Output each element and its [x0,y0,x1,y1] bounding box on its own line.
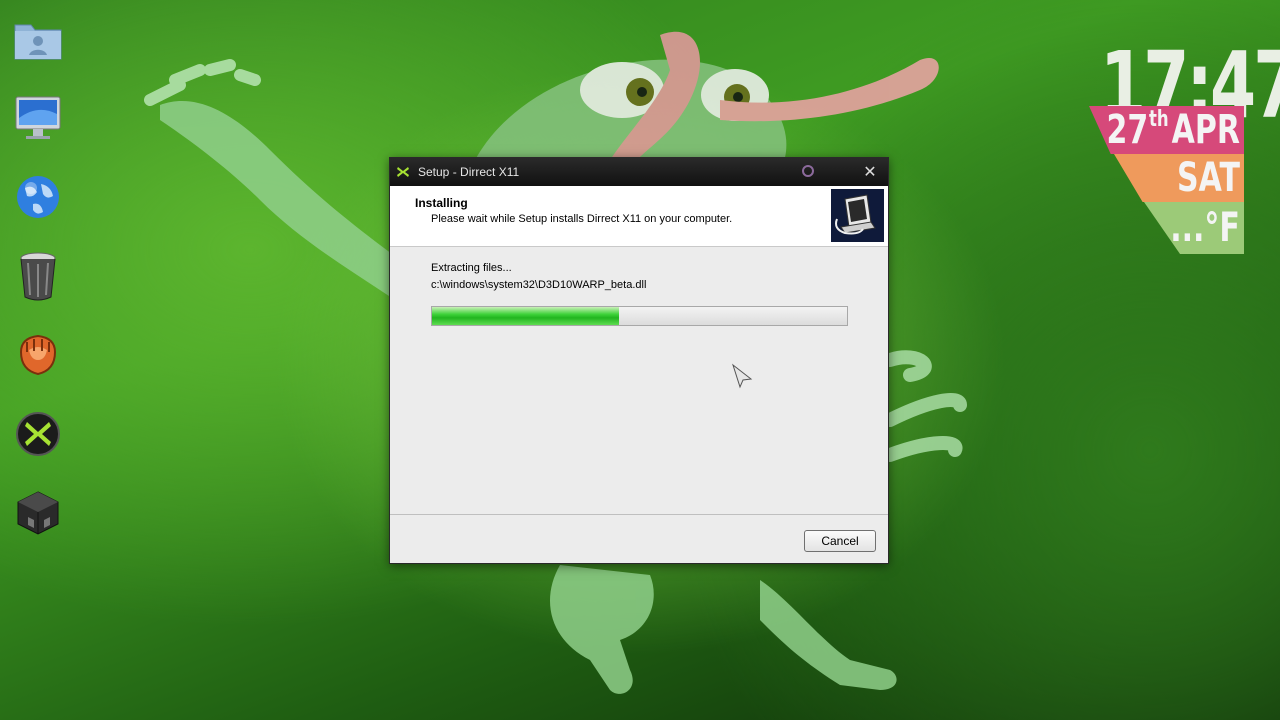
desktop-folder[interactable] [10,4,66,74]
current-file-path: c:\windows\system32\D3D10WARP_beta.dll [431,279,647,291]
day-number: 27 [1106,107,1149,153]
desktop-computer[interactable] [10,83,66,153]
header-title: Installing [415,196,468,210]
setup-computer-icon [831,189,884,242]
day-suffix: th [1149,107,1169,132]
desktop-cube-app[interactable] [10,478,66,548]
window-title: Setup - Dirrect X11 [418,165,520,179]
directx-small-icon [396,165,410,179]
desktop-trash[interactable] [10,241,66,311]
mouse-cursor-icon [732,363,753,389]
desktop-internet[interactable] [10,162,66,232]
cancel-button[interactable]: Cancel [804,530,876,552]
temperature-ribbon: ...°F [1144,202,1244,254]
status-text: Extracting files... [431,262,512,274]
wizard-header: Installing Please wait while Setup insta… [390,186,888,247]
desktop-icon-column [10,4,66,557]
wizard-body: Extracting files... c:\windows\system32\… [390,246,888,514]
month: APR [1171,107,1240,153]
busy-ring-icon [802,165,814,177]
baseball-glove-icon [19,334,57,376]
desktop-glove-app[interactable] [10,320,66,390]
progress-fill [432,307,619,325]
header-subtitle: Please wait while Setup installs Dirrect… [431,213,733,225]
globe-icon [17,176,59,218]
trash-icon [20,252,56,301]
desktop-directx[interactable] [10,399,66,469]
install-progress-bar [431,306,848,326]
wizard-footer: Cancel [390,514,888,564]
close-button[interactable]: ✕ [860,162,880,182]
date-ribbon: 27thAPR [1089,106,1244,154]
weekday: SAT [1177,155,1240,201]
close-icon: ✕ [863,164,877,181]
cube-icon [17,491,59,535]
temperature: ...°F [1170,205,1240,251]
monitor-icon [15,96,61,139]
folder-icon [14,24,62,60]
date-text: 27thAPR [1107,107,1240,153]
directx-icon [16,412,60,456]
setup-window: Setup - Dirrect X11 ✕ Installing Please … [389,157,889,564]
weekday-ribbon: SAT [1114,154,1244,202]
window-titlebar[interactable]: Setup - Dirrect X11 ✕ [390,158,888,186]
